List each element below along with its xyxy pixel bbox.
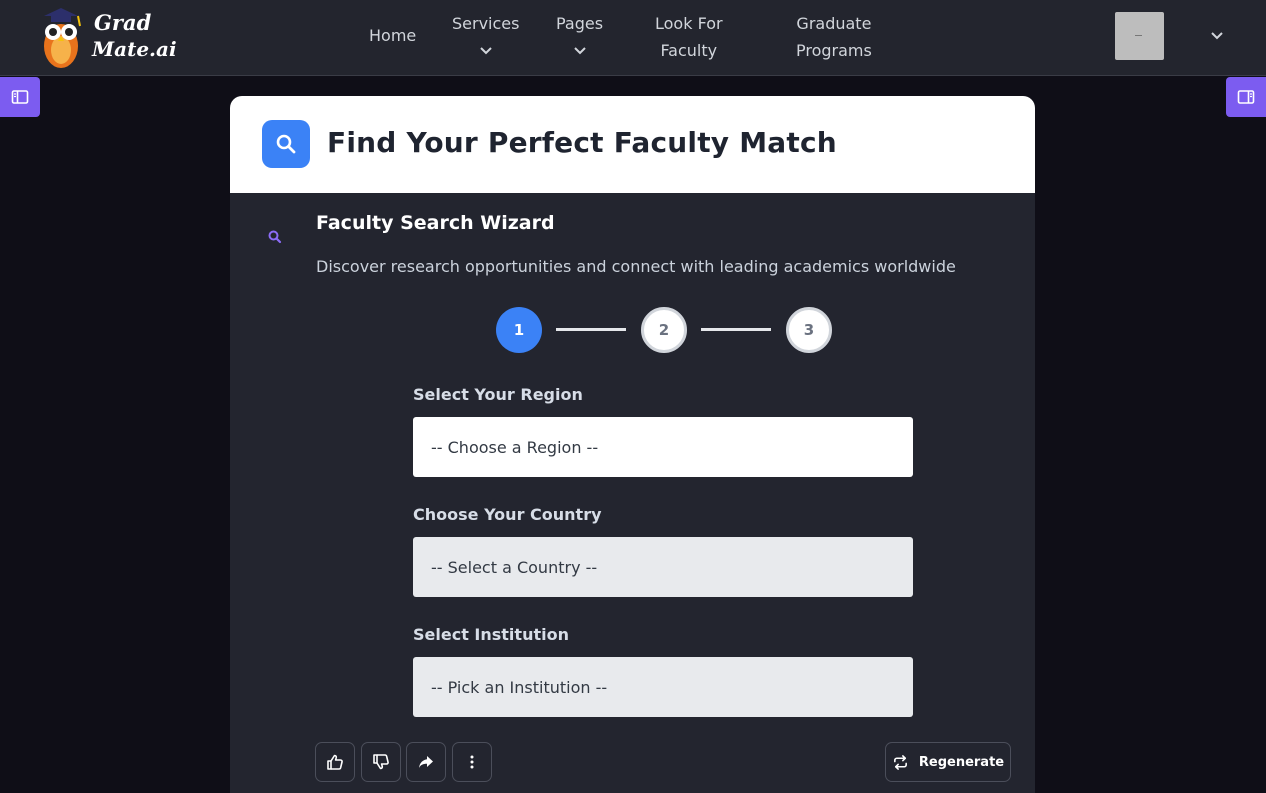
user-avatar[interactable] [1115,12,1164,60]
refresh-icon [893,754,907,770]
nav-look-for-faculty[interactable]: Look For Faculty [655,10,723,64]
more-vertical-icon [470,755,474,769]
left-sidebar-toggle[interactable] [0,77,40,117]
step-connector [556,328,626,331]
step-3-indicator[interactable]: 3 [786,307,832,353]
institution-label: Select Institution [413,625,569,644]
share-icon [419,756,433,768]
page-title: Find Your Perfect Faculty Match [327,126,837,159]
chevron-down-icon[interactable] [1209,28,1225,44]
more-options-button[interactable] [452,742,492,782]
brand-name-line1: Grad [94,10,152,35]
regenerate-label: Regenerate [918,754,1005,770]
thumbs-up-button[interactable] [315,742,355,782]
chevron-down-icon [452,39,519,55]
card-header: Find Your Perfect Faculty Match [230,96,1035,193]
wizard-subtitle: Discover research opportunities and conn… [316,257,956,276]
thumbs-up-icon [327,754,343,770]
search-icon [268,230,282,244]
faculty-search-card: Find Your Perfect Faculty Match Faculty … [230,96,1035,793]
brand-name-line2: Mate.ai [92,37,177,61]
country-label: Choose Your Country [413,505,602,524]
thumbs-down-icon [373,754,389,770]
thumbs-down-button[interactable] [361,742,401,782]
nav-home[interactable]: Home [369,22,416,49]
institution-select[interactable]: -- Pick an Institution -- [413,657,913,717]
sidebar-left-icon [11,90,29,104]
step-2-indicator[interactable]: 2 [641,307,687,353]
search-icon [262,120,310,168]
sidebar-right-icon [1237,90,1255,104]
top-navbar: Grad Mate.ai Home Services Pages Look Fo… [0,0,1266,76]
step-connector [701,328,771,331]
nav-graduate-programs[interactable]: Graduate Programs [796,10,872,64]
share-button[interactable] [406,742,446,782]
owl-logo-icon [44,8,81,68]
right-sidebar-toggle[interactable] [1226,77,1266,117]
regenerate-button[interactable]: Regenerate [885,742,1011,782]
brand-logo[interactable]: Grad Mate.ai [36,4,177,70]
chevron-down-icon [556,39,603,55]
region-select[interactable]: -- Choose a Region -- [413,417,913,477]
region-label: Select Your Region [413,385,583,404]
step-1-indicator[interactable]: 1 [496,307,542,353]
country-select[interactable]: -- Select a Country -- [413,537,913,597]
nav-services[interactable]: Services [452,10,519,55]
nav-pages[interactable]: Pages [556,10,603,55]
wizard-title: Faculty Search Wizard [316,212,555,234]
